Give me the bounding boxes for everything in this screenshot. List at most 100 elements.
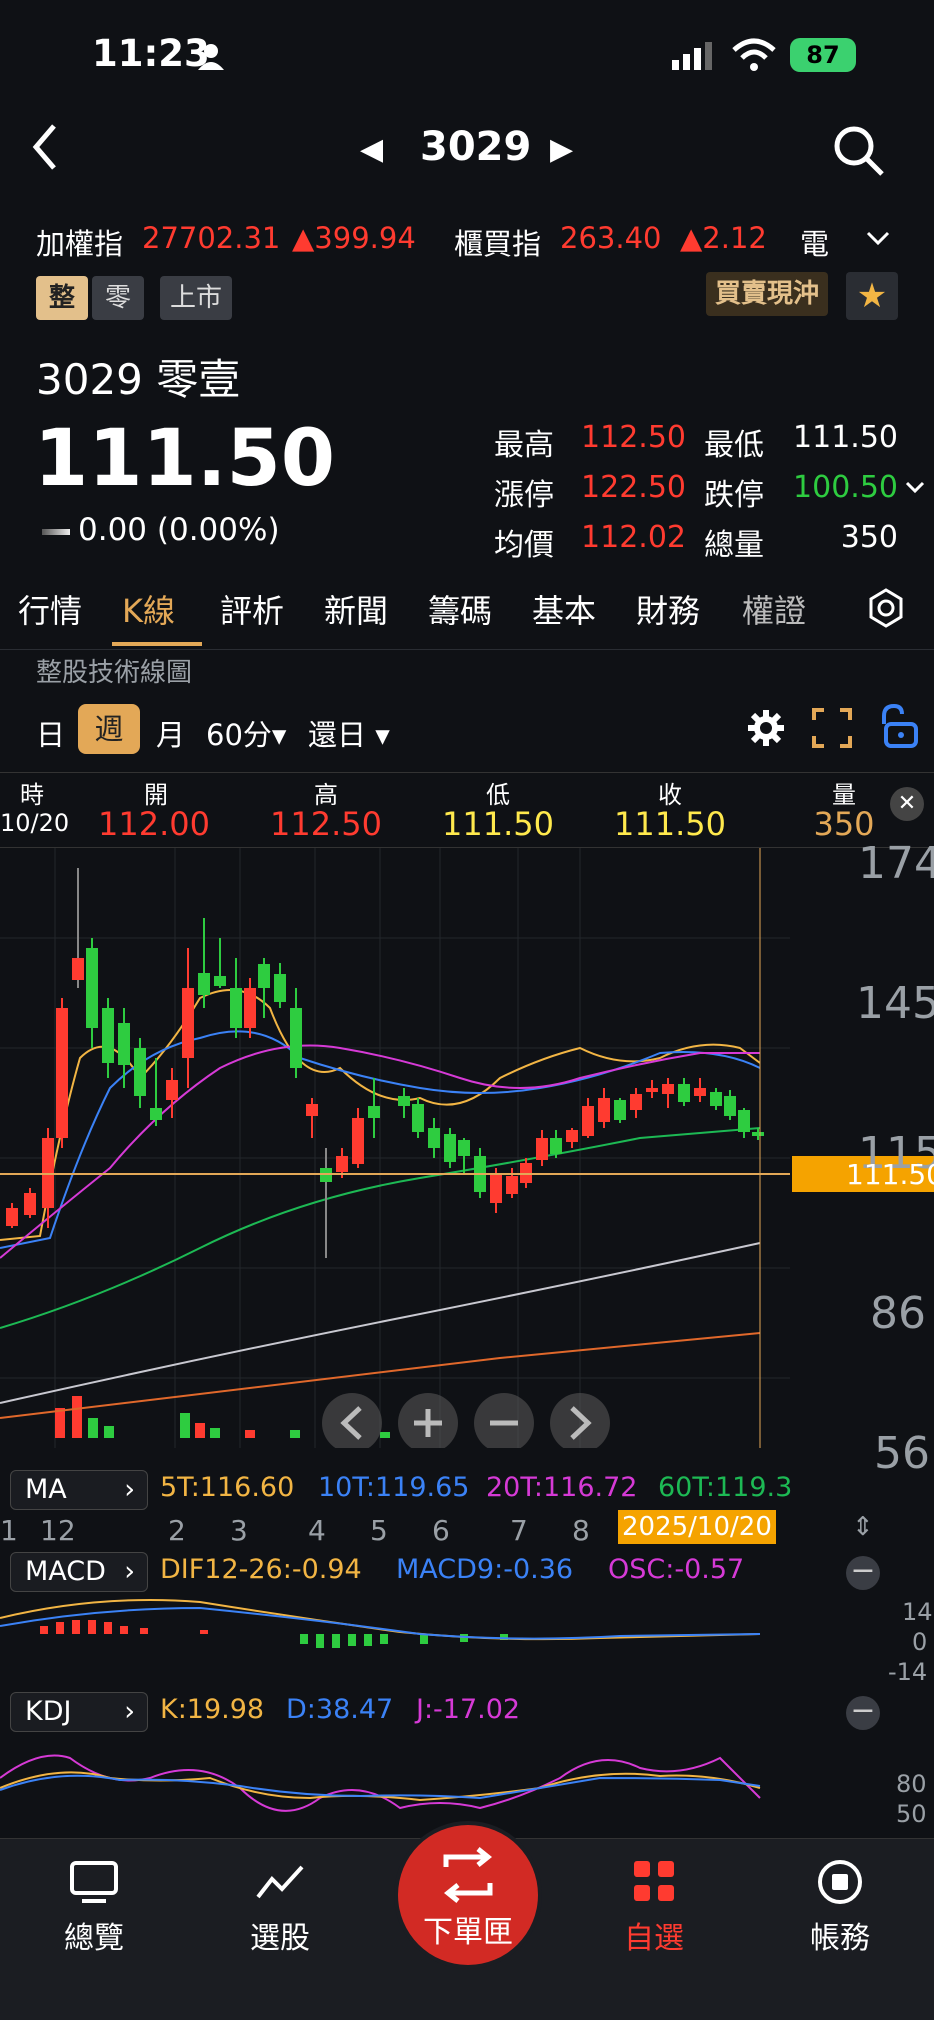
remove-macd-button[interactable]: −	[846, 1556, 880, 1590]
tab-bar: 行情 K線 評析 新聞 籌碼 基本 財務 權證	[0, 580, 934, 650]
chevron-down-icon[interactable]	[864, 229, 892, 249]
tab-analysis[interactable]: 評析	[220, 586, 284, 632]
market-badge: 上市	[160, 276, 232, 320]
prev-stock-button[interactable]: ◀	[360, 132, 383, 167]
settings-icon	[869, 588, 903, 628]
index-ticker[interactable]: 加權指 27702.31 ▲399.94 櫃買指 263.40 ▲2.12 電	[0, 215, 934, 265]
chart-settings-icon[interactable]	[746, 708, 786, 748]
tab-news[interactable]: 新聞	[324, 586, 388, 632]
tab-quote[interactable]: 行情	[18, 586, 82, 632]
macd-selector-button[interactable]: MACD ›	[10, 1552, 148, 1592]
status-bar: 11:23 87	[0, 0, 934, 100]
remove-kdj-button[interactable]: −	[846, 1696, 880, 1730]
period-month[interactable]: 月	[156, 712, 185, 754]
kdj-k: K:19.98	[160, 1694, 265, 1725]
ticker-change: ▲399.94	[292, 221, 416, 255]
next-stock-button[interactable]: ▶	[550, 132, 573, 167]
chevron-left-icon	[32, 124, 56, 170]
y-tick: 145	[856, 978, 934, 1029]
y-tick: 86	[870, 1288, 926, 1339]
stat-value-limit-down: 100.50	[793, 470, 898, 505]
ma-selector-button[interactable]: MA ›	[10, 1470, 148, 1510]
nav-account-label: 帳務	[810, 1921, 870, 1956]
macd-legend-row: MACD › DIF12-26:-0.94 MACD9:-0.36 OSC:-0.…	[0, 1546, 934, 1598]
ticker-change: ▲2.12	[680, 221, 767, 255]
period-week[interactable]: 週	[78, 704, 140, 754]
unlock-icon[interactable]	[876, 704, 922, 750]
ma-legend-row: MA › 5T:116.60 10T:119.65 20T:116.72 60T:…	[0, 1464, 934, 1516]
ohlc-header-time: 時	[20, 781, 44, 809]
tab-warrant[interactable]: 權證	[742, 586, 806, 632]
signal-icon	[672, 42, 712, 70]
kdj-selector-button[interactable]: KDJ ›	[10, 1692, 148, 1732]
ticker-name: 電	[800, 227, 830, 261]
expand-stats-icon[interactable]	[904, 480, 926, 496]
minus-icon: −	[850, 1553, 876, 1588]
tab-kline[interactable]: K線	[122, 586, 175, 632]
x-tick: 8	[572, 1514, 590, 1547]
favorite-button[interactable]: ★	[846, 272, 898, 320]
kline-chart[interactable]	[0, 848, 934, 1448]
stock-price: 111.50	[34, 414, 335, 504]
tab-underline	[112, 642, 202, 646]
stat-value-low: 111.50	[793, 420, 898, 455]
stat-value-avg: 112.02	[581, 520, 686, 555]
section-label: 整股技術線圖	[36, 658, 193, 688]
current-price-label: 111.50	[846, 1158, 934, 1191]
back-button[interactable]	[30, 122, 60, 184]
wifi-icon	[732, 38, 776, 71]
stat-label-low: 最低	[704, 428, 764, 463]
nav-watchlist[interactable]: 自選	[594, 1857, 714, 1957]
change-text: 0.00 (0.00%)	[78, 512, 280, 548]
period-selector: 日 週 月 60分▾ 還日 ▾	[0, 700, 934, 760]
ohlc-high: 112.50	[270, 805, 382, 843]
ohlc-strip: 時 開 高 低 收 量 10/20 112.00 112.50 111.50 1…	[0, 772, 934, 848]
stat-label-high: 最高	[494, 428, 554, 463]
x-tick: 3	[230, 1514, 248, 1547]
swap-icon	[443, 1847, 493, 1903]
grid-icon	[634, 1861, 674, 1901]
ticker-name: 加權指	[36, 227, 124, 261]
nav-overview-label: 總覽	[64, 1921, 124, 1956]
period-day[interactable]: 日	[36, 712, 65, 754]
x-axis: 1 12 2 3 4 5 6 7 8 2025/10/20 ⇕	[0, 1510, 934, 1550]
tab-settings-button[interactable]	[866, 580, 906, 638]
chevron-right-icon: ›	[124, 1556, 135, 1587]
stock-name: 3029 零壹	[36, 355, 241, 404]
tab-chips[interactable]: 籌碼	[428, 586, 492, 632]
macd-chart	[0, 1599, 761, 1648]
record-icon	[818, 1860, 862, 1904]
tab-basic[interactable]: 基本	[532, 586, 596, 632]
x-tick: 4	[308, 1514, 326, 1547]
x-tick: 5	[370, 1514, 388, 1547]
period-60min[interactable]: 60分▾	[206, 712, 286, 754]
nav-order[interactable]: 下單匣	[398, 1825, 538, 1965]
ticker-value: 263.40	[560, 221, 662, 255]
macd-dif: DIF12-26:-0.94	[160, 1554, 362, 1585]
macd-osc: OSC:-0.57	[608, 1554, 745, 1585]
search-button[interactable]	[830, 122, 886, 178]
stat-label-limit-down: 跌停	[704, 478, 764, 513]
chevron-right-icon: ›	[124, 1696, 135, 1727]
kdj-axis-tick: 80	[896, 1770, 927, 1798]
ohlc-date: 10/20	[0, 809, 70, 837]
adjust-dropdown[interactable]: 還日 ▾	[308, 712, 390, 754]
ma5-value: 5T:116.60	[160, 1472, 295, 1503]
stock-code-title: 3029	[420, 124, 532, 170]
whole-lot-toggle[interactable]: 整	[36, 276, 88, 320]
macd-axis-tick: 14	[902, 1598, 933, 1626]
kdj-label: KDJ	[25, 1696, 72, 1727]
sort-icon[interactable]: ⇕	[852, 1512, 874, 1542]
close-ohlc-button[interactable]: ✕	[890, 787, 924, 821]
ma10-value: 10T:119.65	[318, 1472, 470, 1503]
stat-label-avg: 均價	[494, 528, 554, 563]
tab-finance[interactable]: 財務	[636, 586, 700, 632]
nav-screener[interactable]: 選股	[220, 1857, 340, 1957]
nav-order-label: 下單匣	[423, 1915, 513, 1950]
fullscreen-icon[interactable]	[812, 708, 852, 748]
odd-lot-toggle[interactable]: 零	[92, 276, 144, 320]
nav-overview[interactable]: 總覽	[34, 1857, 154, 1957]
nav-account[interactable]: 帳務	[780, 1857, 900, 1957]
stat-value-limit-up: 122.50	[581, 470, 686, 505]
stat-value-volume: 350	[840, 520, 898, 555]
